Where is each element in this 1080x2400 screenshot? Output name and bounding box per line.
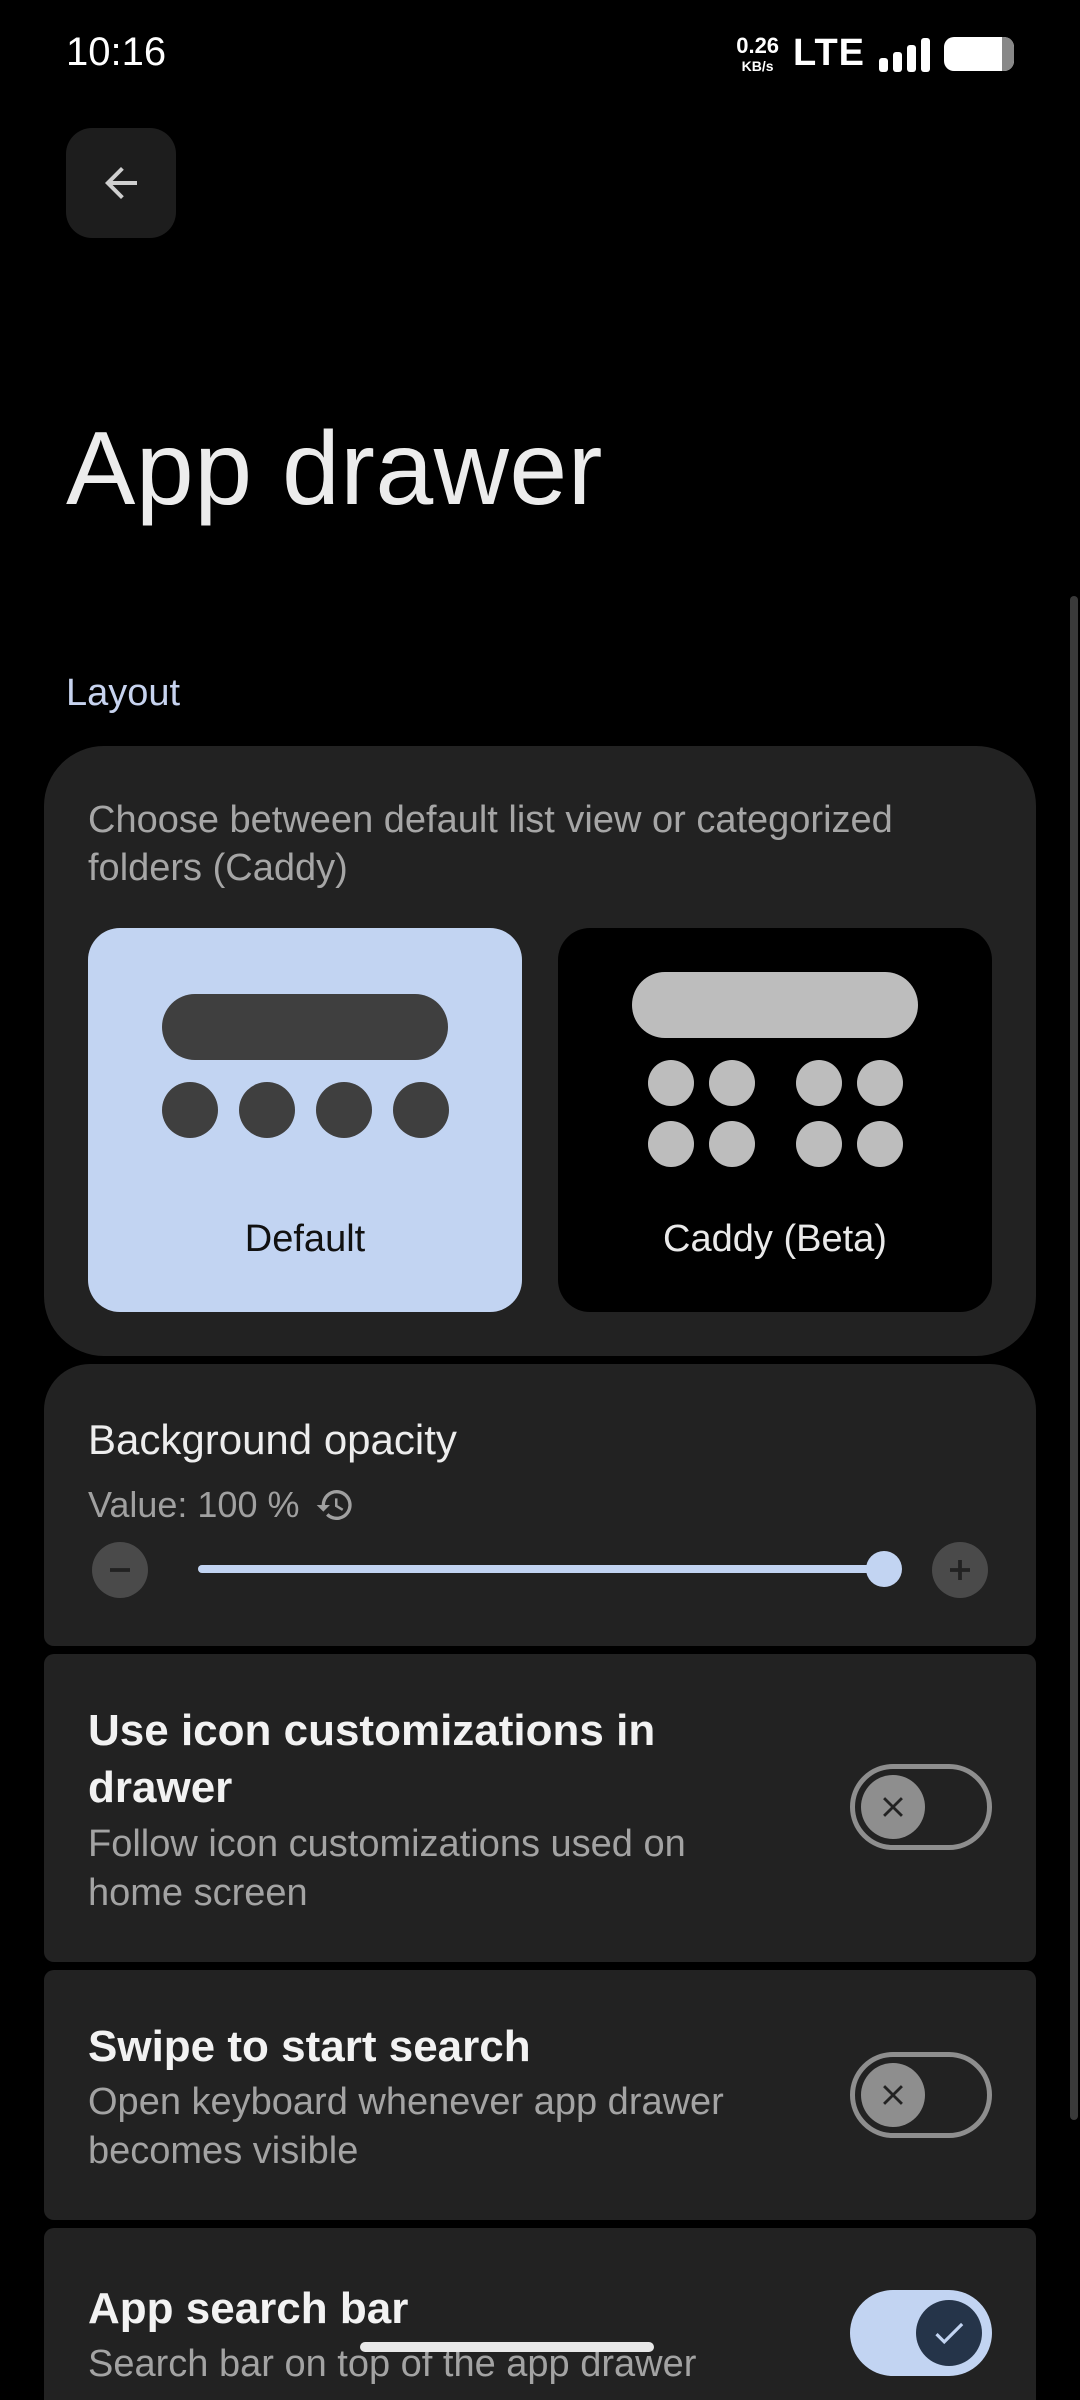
layout-card: Choose between default list view or cate… xyxy=(44,746,1036,1356)
layout-option-caddy[interactable]: Caddy (Beta) xyxy=(558,928,992,1312)
setting-subtitle: Open keyboard whenever app drawer become… xyxy=(88,2081,724,2172)
status-time: 10:16 xyxy=(66,30,167,74)
setting-app-search-bar[interactable]: App search bar Search bar on top of the … xyxy=(44,2228,1036,2400)
toggle-knob xyxy=(861,2063,925,2127)
setting-icon-customizations[interactable]: Use icon customizations in drawer Follow… xyxy=(44,1654,1036,1962)
setting-swipe-to-search[interactable]: Swipe to start search Open keyboard when… xyxy=(44,1970,1036,2220)
minus-icon xyxy=(110,1568,130,1572)
icon-customizations-toggle[interactable] xyxy=(850,1764,992,1850)
background-opacity-value: Value: 100 % xyxy=(88,1484,300,1525)
signal-bars-icon xyxy=(879,36,930,72)
layout-option-caddy-label: Caddy (Beta) xyxy=(663,1218,887,1260)
section-label-layout: Layout xyxy=(66,672,181,714)
back-button[interactable] xyxy=(66,128,176,238)
scrollbar[interactable] xyxy=(1070,596,1078,2120)
home-indicator[interactable] xyxy=(360,2342,654,2352)
close-icon xyxy=(883,1797,903,1817)
reset-history-icon[interactable] xyxy=(315,1485,355,1525)
network-type: LTE xyxy=(793,32,865,74)
check-icon xyxy=(935,2322,964,2345)
page-title: App drawer xyxy=(66,411,603,527)
setting-title: App search bar xyxy=(88,2284,409,2333)
layout-option-default[interactable]: Default xyxy=(88,928,522,1312)
increase-opacity-button[interactable] xyxy=(932,1542,988,1598)
decrease-opacity-button[interactable] xyxy=(92,1542,148,1598)
background-opacity-value-row: Value: 100 % xyxy=(88,1484,355,1526)
network-speed: 0.26 KB/s xyxy=(736,32,780,74)
background-opacity-card: Background opacity Value: 100 % xyxy=(44,1364,1036,1646)
swipe-to-search-toggle[interactable] xyxy=(850,2052,992,2138)
plus-icon xyxy=(950,1560,970,1580)
network-speed-value: 0.26 xyxy=(736,32,780,58)
arrow-left-icon xyxy=(105,167,137,199)
opacity-slider[interactable] xyxy=(198,1551,902,1587)
opacity-slider-fill xyxy=(198,1565,884,1573)
network-speed-unit: KB/s xyxy=(741,57,774,74)
opacity-slider-thumb[interactable] xyxy=(866,1551,902,1587)
app-search-bar-toggle[interactable] xyxy=(850,2290,992,2376)
toggle-knob xyxy=(861,1775,925,1839)
layout-description: Choose between default list view or cate… xyxy=(88,799,893,889)
toggle-knob xyxy=(916,2300,982,2366)
battery-icon xyxy=(944,36,1014,71)
setting-title: Use icon customizations in drawer xyxy=(88,1706,656,1812)
layout-option-default-label: Default xyxy=(244,1218,366,1260)
background-opacity-title: Background opacity xyxy=(88,1416,457,1463)
setting-subtitle: Follow icon customizations used on home … xyxy=(88,1823,686,1914)
close-icon xyxy=(883,2085,903,2105)
setting-title: Swipe to start search xyxy=(88,2022,531,2071)
status-bar: 10:16 0.26 KB/s LTE xyxy=(0,0,1080,110)
status-icons: 0.26 KB/s LTE xyxy=(736,32,1014,75)
